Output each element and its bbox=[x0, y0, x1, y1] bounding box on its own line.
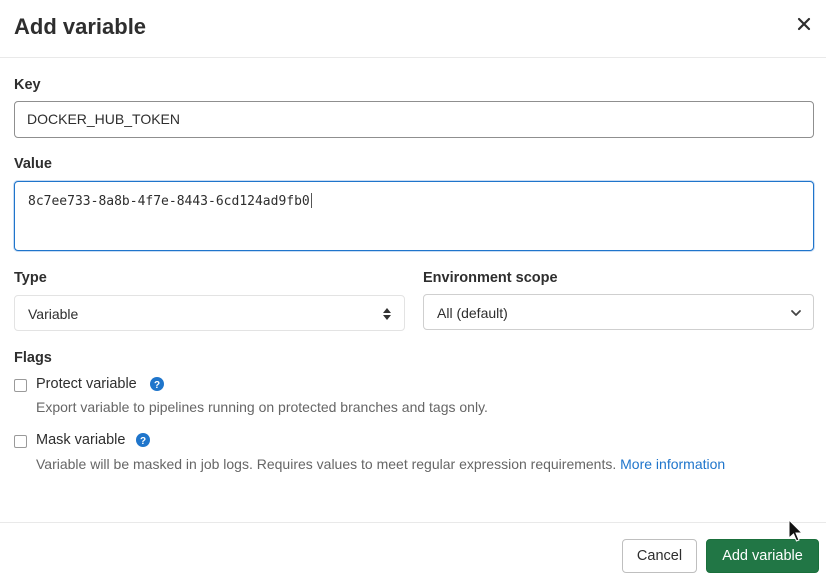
environment-scope-label: Environment scope bbox=[423, 270, 558, 286]
type-selected-value: Variable bbox=[28, 306, 79, 322]
value-label: Value bbox=[14, 156, 52, 172]
modal-title: Add variable bbox=[14, 14, 147, 39]
protect-variable-checkbox[interactable] bbox=[14, 379, 27, 392]
question-circle-icon[interactable]: ? bbox=[150, 377, 164, 391]
protect-variable-help: Export variable to pipelines running on … bbox=[36, 399, 488, 415]
add-variable-button[interactable]: Add variable bbox=[706, 539, 819, 573]
key-input[interactable]: DOCKER_HUB_TOKEN bbox=[14, 101, 814, 138]
type-select[interactable]: Variable bbox=[14, 295, 405, 331]
environment-scope-select[interactable]: All (default) bbox=[423, 294, 814, 330]
mask-variable-checkbox[interactable] bbox=[14, 435, 27, 448]
mask-variable-label[interactable]: Mask variable bbox=[36, 432, 125, 448]
svg-text:?: ? bbox=[154, 380, 160, 391]
svg-text:?: ? bbox=[140, 436, 146, 447]
mask-variable-help: Variable will be masked in job logs. Req… bbox=[36, 455, 756, 473]
mask-help-text: Variable will be masked in job logs. Req… bbox=[36, 456, 617, 472]
value-input[interactable]: 8c7ee733-8a8b-4f7e-8443-6cd124ad9fb0 bbox=[14, 181, 814, 251]
value-text: 8c7ee733-8a8b-4f7e-8443-6cd124ad9fb0 bbox=[28, 194, 310, 209]
protect-variable-label[interactable]: Protect variable bbox=[36, 376, 137, 392]
question-circle-icon[interactable]: ? bbox=[136, 433, 150, 447]
cancel-button[interactable]: Cancel bbox=[622, 539, 697, 573]
close-button[interactable] bbox=[792, 12, 816, 36]
close-icon bbox=[797, 17, 811, 31]
modal-header: Add variable bbox=[0, 0, 826, 58]
flags-label: Flags bbox=[14, 350, 52, 366]
environment-selected-value: All (default) bbox=[437, 305, 508, 321]
type-label: Type bbox=[14, 270, 47, 286]
modal-footer bbox=[0, 522, 826, 579]
sort-arrows-icon bbox=[383, 308, 391, 320]
mouse-pointer-icon bbox=[788, 519, 804, 542]
chevron-down-icon bbox=[791, 310, 801, 316]
text-caret bbox=[310, 193, 312, 208]
more-information-link[interactable]: More information bbox=[620, 456, 725, 472]
add-variable-modal: Add variable Key DOCKER_HUB_TOKEN Value … bbox=[0, 0, 826, 579]
key-label: Key bbox=[14, 77, 41, 93]
